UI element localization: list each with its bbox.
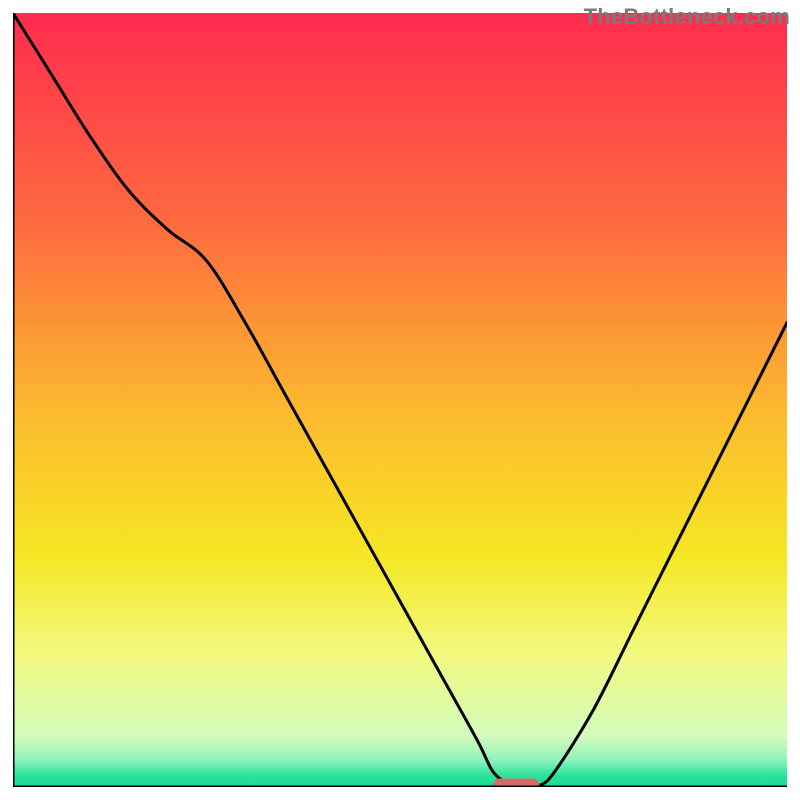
bottleneck-chart [13, 13, 787, 787]
watermark-text: TheBottleneck.com [584, 4, 790, 30]
chart-background-gradient [13, 13, 787, 787]
chart-plot-area [13, 13, 787, 787]
